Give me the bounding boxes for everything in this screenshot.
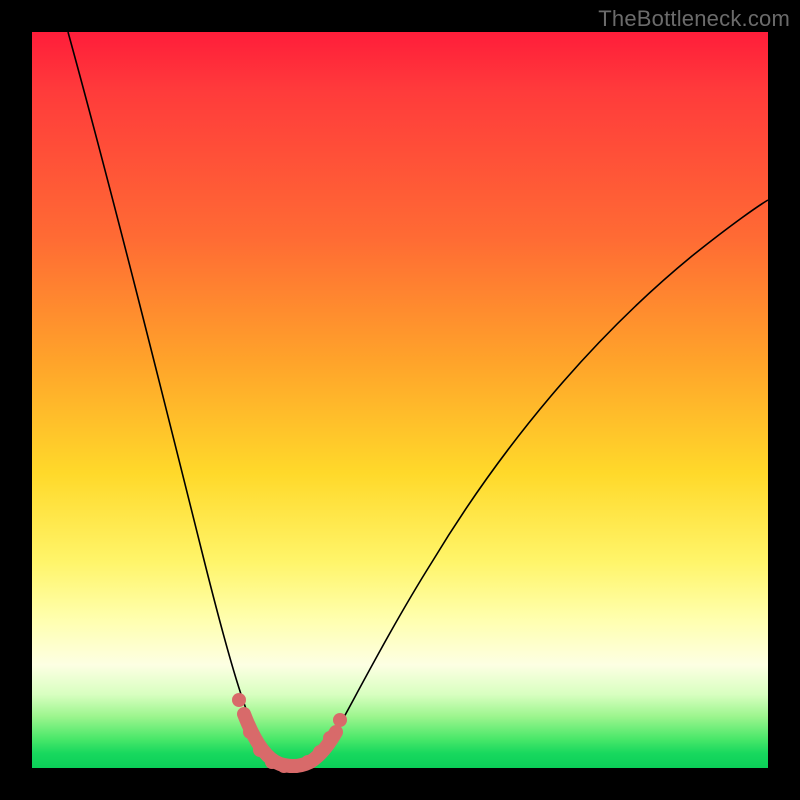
highlight-dot (232, 693, 246, 707)
highlight-dot (313, 745, 327, 759)
highlight-dot (265, 755, 279, 769)
watermark-label: TheBottleneck.com (598, 6, 790, 32)
highlight-dot (277, 759, 291, 773)
highlight-dot (301, 755, 315, 769)
bottleneck-curve (68, 32, 768, 767)
chart-frame: TheBottleneck.com (0, 0, 800, 800)
highlight-dot (253, 743, 267, 757)
plot-area (32, 32, 768, 768)
highlight-dot (333, 713, 347, 727)
curve-svg (32, 32, 768, 768)
highlight-dot (243, 725, 257, 739)
highlight-dot (289, 759, 303, 773)
highlight-dot (323, 731, 337, 745)
